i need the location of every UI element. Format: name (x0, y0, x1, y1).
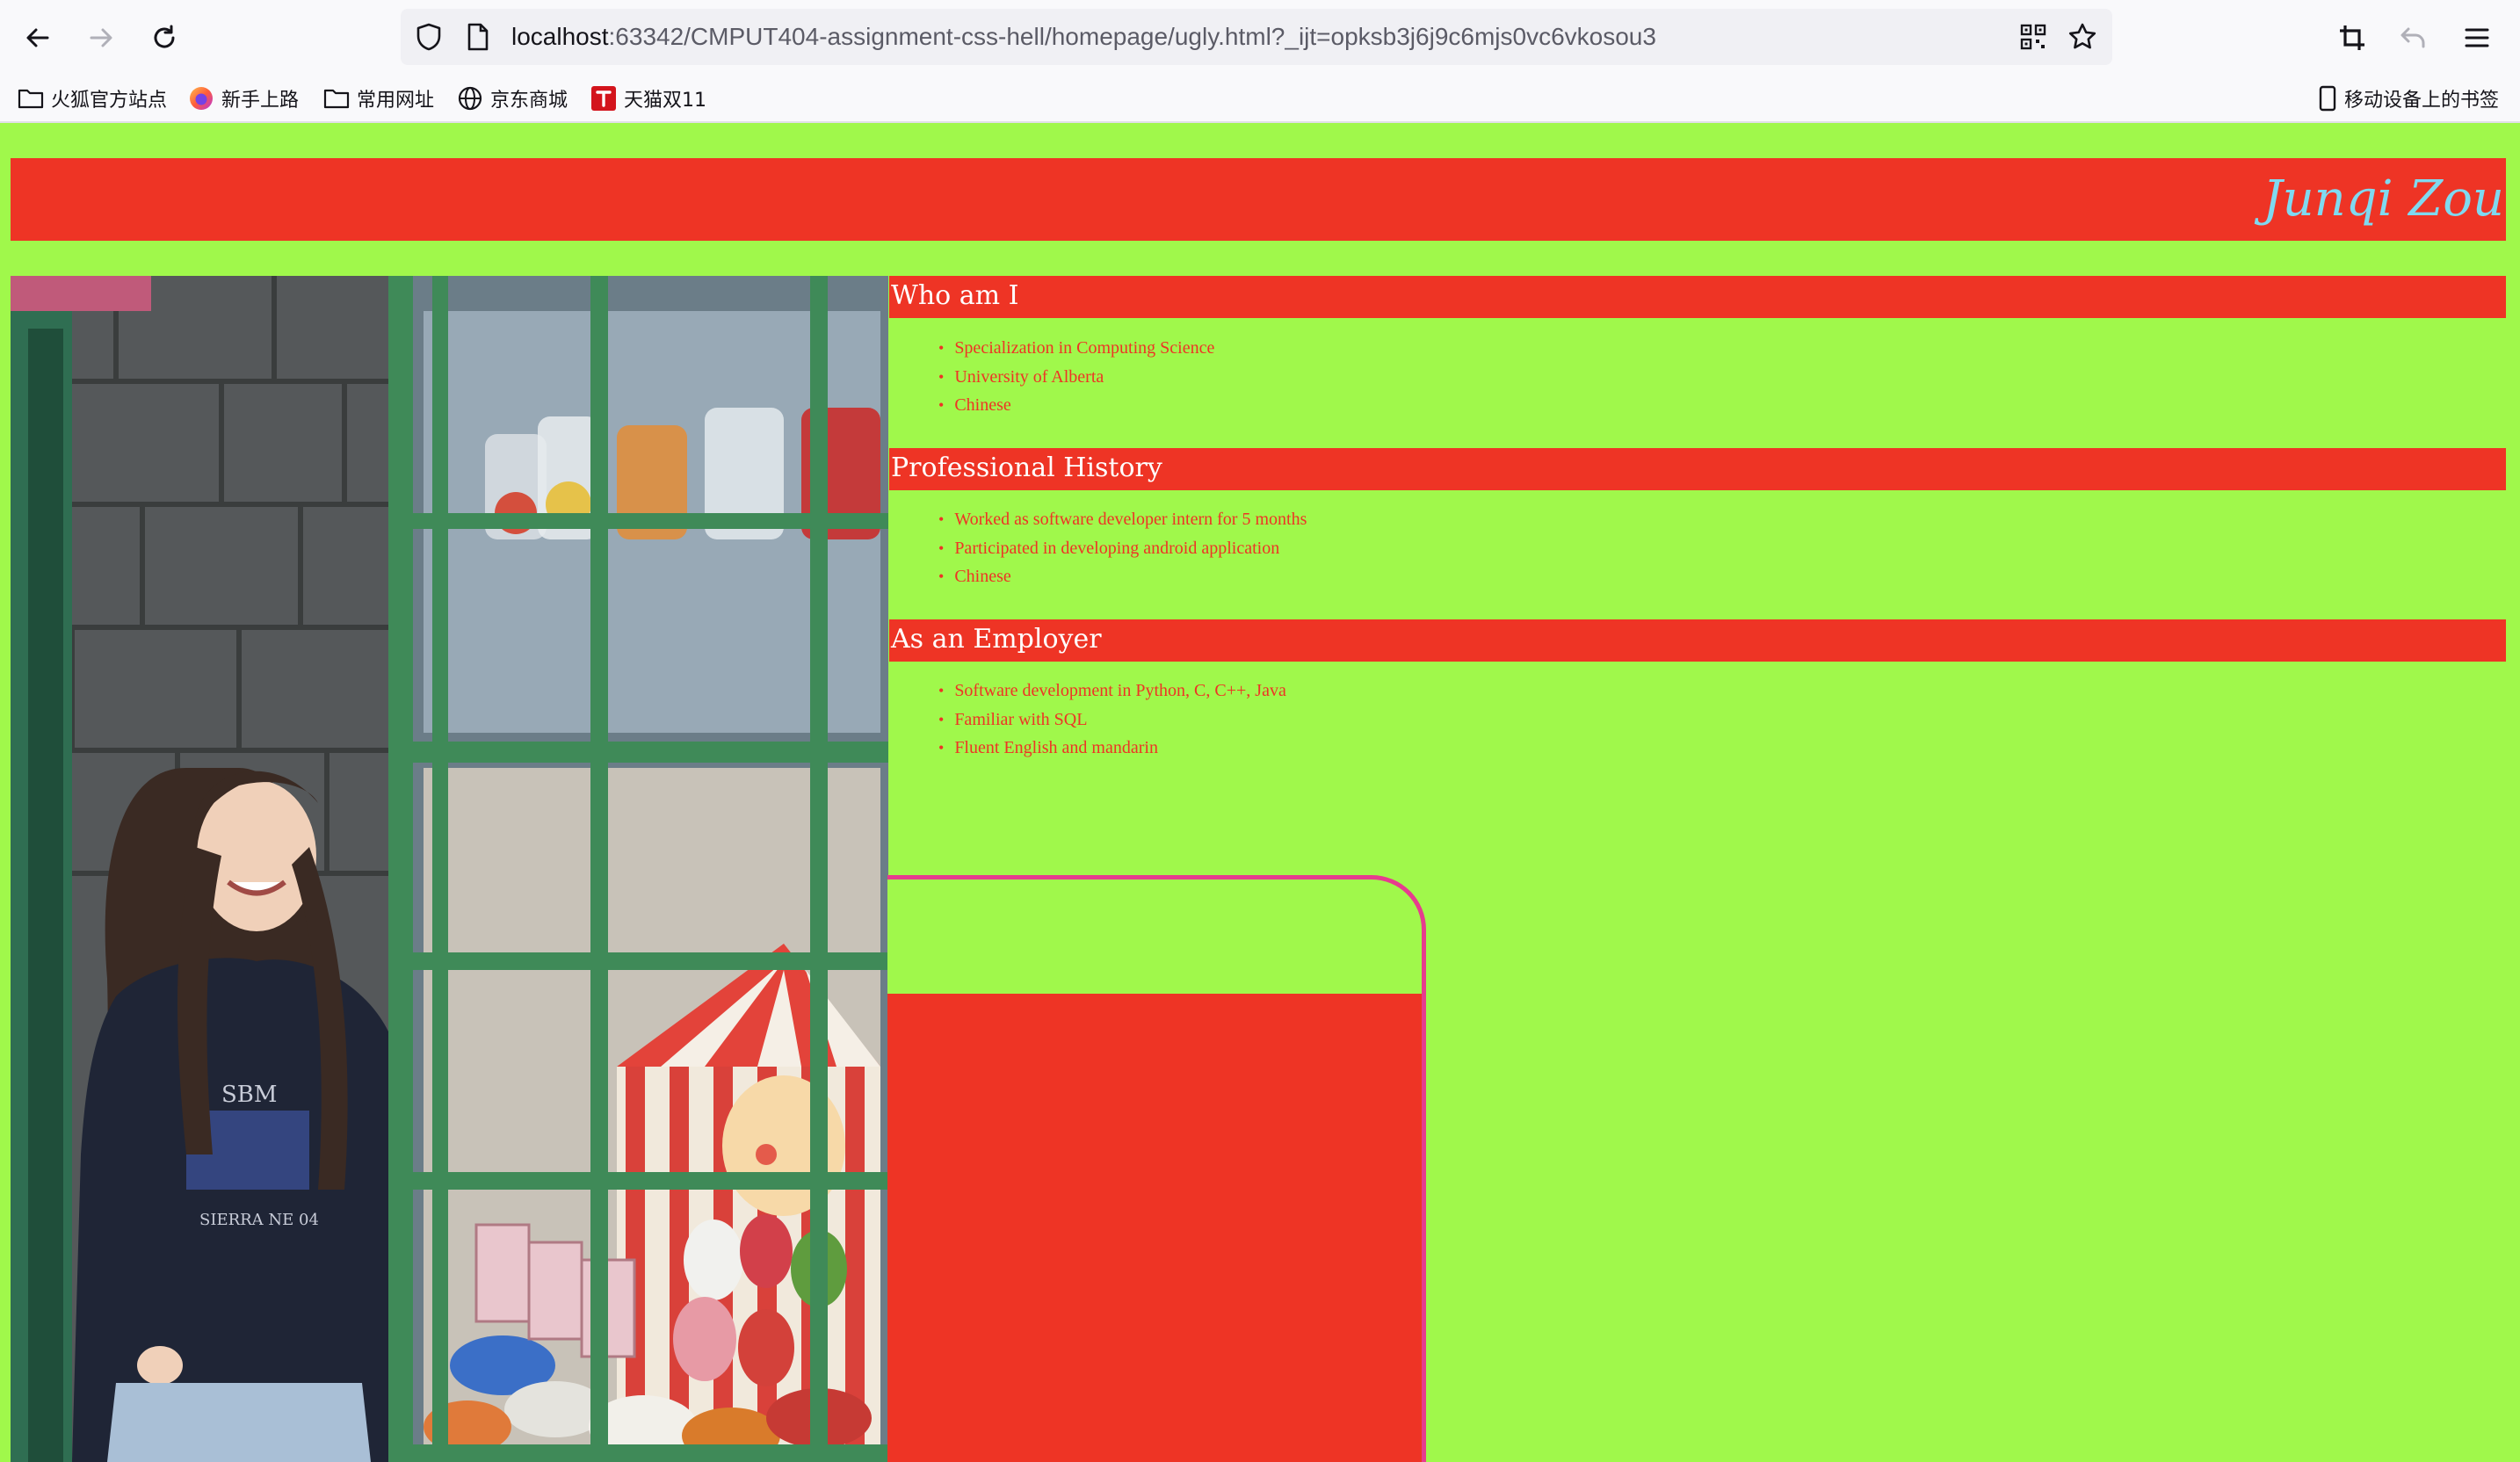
bookmark-star-icon[interactable] (2067, 21, 2098, 53)
section-heading-as-an-employer: As an Employer (889, 619, 2506, 662)
bookmark-label: 天猫双11 (624, 90, 706, 112)
forward-button[interactable] (79, 16, 123, 60)
section-list-professional-history: Worked as software developer intern for … (938, 505, 1307, 591)
globe-icon (458, 86, 482, 111)
url-text[interactable]: localhost:63342/CMPUT404-assignment-css-… (511, 9, 1656, 65)
section-heading-professional-history: Professional History (889, 448, 2506, 490)
bookmark-item[interactable]: 新手上路 (188, 76, 299, 121)
undo-icon (2401, 27, 2425, 48)
mobile-bookmarks[interactable]: 移动设备上的书签 (2318, 76, 2499, 121)
list-item: Specialization in Computing Science (938, 334, 1214, 363)
crop-icon (2340, 25, 2364, 50)
hamburger-menu-icon (2465, 28, 2489, 47)
section-title: As an Employer (891, 624, 1102, 655)
qr-code-icon[interactable] (2017, 21, 2049, 53)
folder-icon (18, 89, 44, 109)
page-title: Junqi Zou (2263, 170, 2504, 228)
mobile-bookmarks-label: 移动设备上的书签 (2344, 90, 2500, 112)
list-item: Participated in developing android appli… (938, 534, 1307, 563)
bookmark-label: 常用网址 (357, 90, 435, 112)
list-item: Chinese (938, 562, 1307, 591)
section-heading-who-am-i: Who am I (889, 276, 2506, 318)
list-item: Software development in Python, C, C++, … (938, 677, 1286, 706)
bookmarks-bar: 火狐官方站点 新手上路 常用网址 京东商城 天猫双11 移动设备上的书签 (0, 76, 2520, 123)
header-banner: Junqi Zou (11, 158, 2506, 241)
reload-icon (154, 25, 175, 48)
section-title: Professional History (891, 452, 1162, 483)
svg-text:SIERRA NE 04: SIERRA NE 04 (199, 1211, 319, 1229)
folder-icon (323, 89, 350, 109)
url-host: localhost (511, 23, 609, 50)
browser-toolbar: localhost:63342/CMPUT404-assignment-css-… (0, 0, 2520, 76)
page-content: Junqi Zou SBM SIERRA NE 04 Who am I • Sp… (0, 123, 2520, 1462)
url-path: :63342/CMPUT404-assignment-css-hell/home… (608, 23, 1656, 50)
svg-text:SBM: SBM (221, 1082, 278, 1108)
page-icon (462, 21, 494, 53)
section-title: Who am I (891, 280, 1019, 311)
list-item: Worked as software developer intern for … (938, 505, 1307, 534)
section-list-who-am-i: Specialization in Computing Science Univ… (938, 334, 1214, 420)
section-list-as-an-employer: Software development in Python, C, C++, … (938, 677, 1286, 763)
bookmark-item[interactable]: 火狐官方站点 (18, 76, 167, 121)
bookmark-item[interactable]: 京东商城 (457, 76, 568, 121)
reload-button[interactable] (142, 16, 186, 60)
bookmark-label: 新手上路 (221, 90, 300, 112)
back-button[interactable] (16, 16, 60, 60)
bookmark-label: 火狐官方站点 (51, 90, 168, 112)
tmall-icon (591, 86, 616, 111)
bookmark-item[interactable]: 常用网址 (323, 76, 434, 121)
card-fill (887, 994, 1422, 1462)
shield-icon[interactable] (413, 21, 445, 53)
back-arrow-icon (26, 28, 49, 47)
list-item: Chinese (938, 391, 1214, 420)
crop-button[interactable] (2330, 16, 2374, 60)
undo-button[interactable] (2392, 16, 2436, 60)
forward-arrow-icon (90, 28, 112, 47)
firefox-icon (190, 87, 213, 110)
list-item: Fluent English and mandarin (938, 734, 1286, 763)
menu-button[interactable] (2455, 16, 2499, 60)
mobile-device-icon (2319, 85, 2336, 112)
bookmark-label: 京东商城 (490, 90, 568, 112)
address-bar[interactable]: localhost:63342/CMPUT404-assignment-css-… (401, 9, 2112, 65)
profile-photo: SBM SIERRA NE 04 (11, 276, 888, 1462)
list-item: Familiar with SQL (938, 706, 1286, 735)
list-item: University of Alberta (938, 363, 1214, 392)
decorative-card (887, 875, 1426, 1462)
bookmark-item[interactable]: 天猫双11 (590, 76, 706, 121)
